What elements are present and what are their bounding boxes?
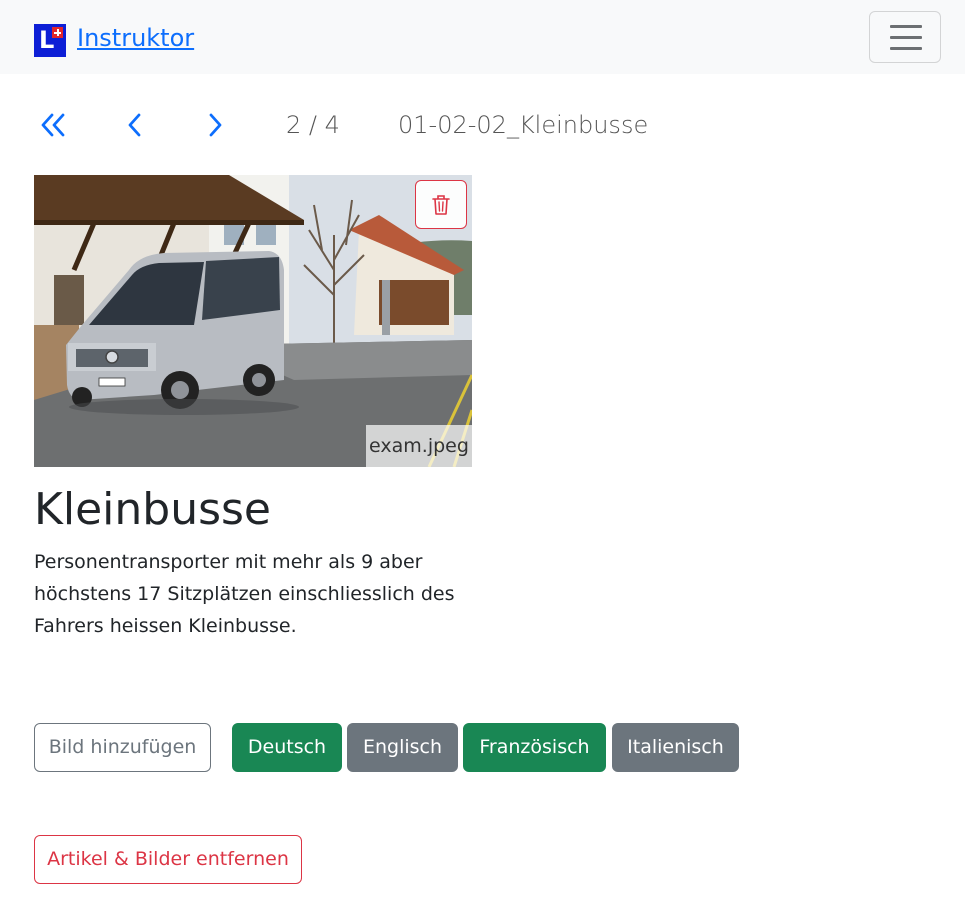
prev-page-button[interactable] [118, 108, 152, 142]
minibus-photo [34, 175, 472, 467]
lang-button-deutsch[interactable]: Deutsch [232, 723, 342, 772]
trash-icon [432, 195, 450, 215]
next-page-button[interactable] [199, 108, 233, 142]
page-counter: 2 / 4 [286, 111, 340, 139]
article-description: Personentransporter mit mehr als 9 aber … [34, 551, 455, 637]
image-filename: exam.jpeg [366, 425, 472, 467]
article-title: Kleinbusse [34, 484, 271, 535]
brand-logo[interactable]: L [34, 24, 66, 57]
brand-link[interactable]: Instruktor [77, 22, 194, 54]
lang-button-franzoesisch[interactable]: Französisch [463, 723, 606, 772]
chevron-right-icon [209, 113, 222, 137]
menu-toggle-button[interactable] [869, 11, 941, 63]
hamburger-icon-bar [890, 36, 922, 39]
article-image [34, 175, 472, 467]
remove-article-button[interactable]: Artikel & Bilder entfernen [34, 835, 302, 884]
hamburger-icon-bar [890, 47, 922, 50]
lang-button-englisch[interactable]: Englisch [347, 723, 458, 772]
chevron-left-icon [128, 113, 141, 137]
add-image-button[interactable]: Bild hinzufügen [34, 723, 211, 772]
swiss-flag-icon [52, 27, 63, 38]
navbar: L Instruktor [0, 0, 965, 74]
hamburger-icon [890, 25, 922, 28]
double-chevron-left-icon [41, 113, 65, 137]
delete-image-button[interactable] [415, 180, 467, 229]
article-code: 01-02-02_Kleinbusse [398, 111, 649, 139]
lang-button-italienisch[interactable]: Italienisch [612, 723, 739, 772]
first-page-button[interactable] [36, 108, 70, 142]
